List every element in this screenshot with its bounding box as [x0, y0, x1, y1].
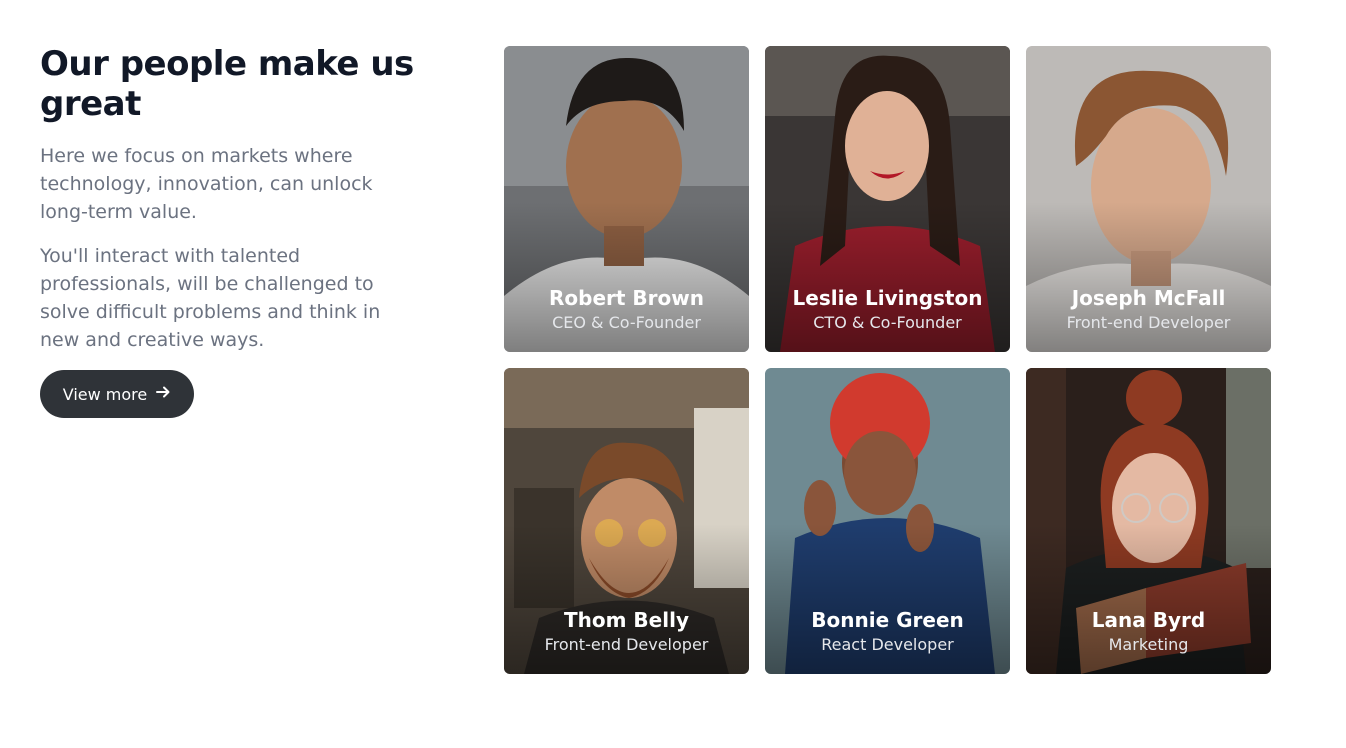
member-role: CEO & Co-Founder	[552, 313, 701, 332]
member-role: Front-end Developer	[1066, 313, 1231, 332]
member-role: CTO & Co-Founder	[813, 313, 962, 332]
member-name: Joseph McFall	[1071, 286, 1226, 310]
member-name: Thom Belly	[564, 608, 689, 632]
intro-section: Our people make us great Here we focus o…	[40, 44, 420, 418]
team-card-leslie-livingston[interactable]: Leslie Livingston CTO & Co-Founder	[765, 46, 1010, 352]
view-more-button[interactable]: View more	[40, 370, 194, 418]
member-role: React Developer	[821, 635, 954, 654]
member-name: Robert Brown	[549, 286, 704, 310]
team-card-bonnie-green[interactable]: Bonnie Green React Developer	[765, 368, 1010, 674]
member-name: Leslie Livingston	[792, 286, 983, 310]
arrow-right-icon	[155, 384, 171, 404]
member-role: Marketing	[1108, 635, 1189, 654]
view-more-label: View more	[62, 384, 148, 404]
member-role: Front-end Developer	[544, 635, 709, 654]
member-name: Bonnie Green	[811, 608, 964, 632]
team-card-lana-byrd[interactable]: Lana Byrd Marketing	[1026, 368, 1271, 674]
intro-paragraph-2: You'll interact with talented profession…	[40, 245, 381, 351]
team-card-thom-belly[interactable]: Thom Belly Front-end Developer	[504, 368, 749, 674]
team-grid: Robert Brown CEO & Co-Founder Leslie Liv…	[504, 46, 1271, 674]
member-name: Lana Byrd	[1091, 608, 1206, 632]
team-card-joseph-mcfall[interactable]: Joseph McFall Front-end Developer	[1026, 46, 1271, 352]
section-heading: Our people make us great	[40, 44, 414, 124]
team-card-robert-brown[interactable]: Robert Brown CEO & Co-Founder	[504, 46, 749, 352]
intro-paragraph-1: Here we focus on markets where technolog…	[40, 145, 373, 223]
